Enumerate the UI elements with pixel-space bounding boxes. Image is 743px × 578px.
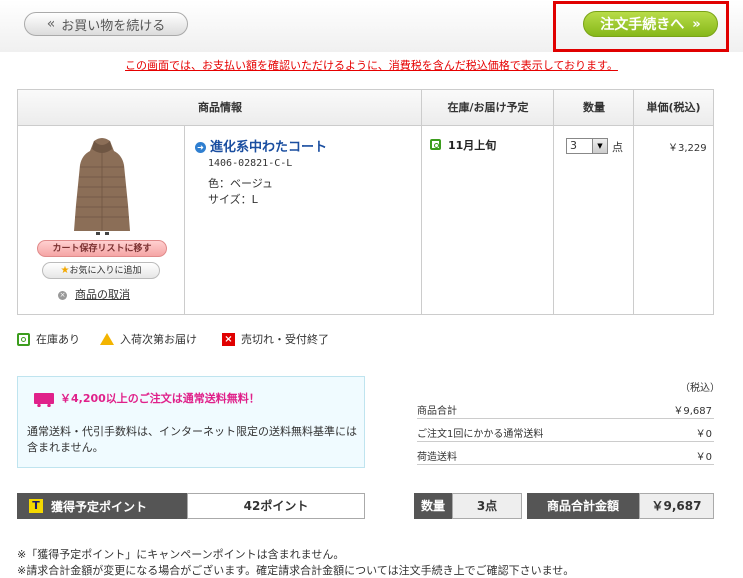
quantity-unit: 点 bbox=[612, 141, 623, 154]
product-color: 色：ベージュ bbox=[208, 177, 274, 190]
points-label: T 獲得予定ポイント bbox=[17, 493, 187, 519]
quantity-select[interactable]: 3 ▼ bbox=[566, 138, 608, 154]
summary-value: ￥0 bbox=[695, 429, 712, 440]
total-amount-value: ￥9,687 bbox=[639, 493, 714, 519]
total-quantity-label: 数量 bbox=[414, 493, 452, 519]
divider bbox=[421, 90, 422, 314]
move-to-saved-list-button[interactable]: カート保存リストに移す bbox=[37, 240, 167, 257]
legend-sold-out: × 売切れ・受付終了 bbox=[222, 331, 329, 347]
divider bbox=[553, 90, 554, 314]
summary-label: 商品合計 bbox=[417, 406, 457, 417]
header-stock: 在庫/お届け予定 bbox=[447, 101, 529, 114]
double-chevron-left-icon: « bbox=[46, 16, 56, 32]
arrow-right-icon: ➜ bbox=[195, 142, 206, 153]
summary-label: ご注文1回にかかる通常送料 bbox=[417, 429, 544, 440]
product-code: 1406-02821-C-L bbox=[208, 158, 293, 169]
remove-label: 商品の取消 bbox=[75, 288, 130, 301]
header-unit-price: 単価(税込) bbox=[646, 101, 701, 114]
tax-notice: この画面では、お支払い額を確認いただけるように、消費税を含んだ税込価格で表示して… bbox=[125, 59, 618, 72]
product-name: 進化系中わたコート bbox=[210, 140, 328, 155]
summary-row: 荷造送料 ￥0 bbox=[417, 443, 714, 465]
truck-icon bbox=[34, 392, 54, 407]
continue-shopping-label: お買い物を続ける bbox=[61, 18, 166, 34]
total-amount-label: 商品合計金額 bbox=[527, 493, 639, 519]
unit-price: ￥3,229 bbox=[668, 143, 707, 154]
warning-triangle-icon bbox=[100, 333, 114, 345]
double-chevron-right-icon: » bbox=[692, 16, 701, 32]
product-size: サイズ：L bbox=[208, 193, 258, 206]
legend-backorder: 入荷次第お届け bbox=[100, 331, 197, 347]
legend-label: 入荷次第お届け bbox=[120, 333, 197, 346]
header-quantity: 数量 bbox=[583, 101, 605, 114]
free-shipping-headline: ￥4,200以上のご注文は通常送料無料！ bbox=[34, 390, 260, 407]
remove-icon: × bbox=[58, 291, 67, 300]
summary-row: 商品合計 ￥9,687 bbox=[417, 397, 714, 419]
summary-value: ￥0 bbox=[695, 452, 712, 463]
continue-shopping-button[interactable]: « お買い物を続ける bbox=[24, 12, 188, 36]
proceed-to-checkout-button[interactable]: 注文手続きへ » bbox=[583, 11, 718, 37]
legend-in-stock: 在庫あり bbox=[17, 331, 80, 347]
header-product-info: 商品情報 bbox=[198, 101, 242, 114]
legend-label: 在庫あり bbox=[36, 333, 80, 346]
favorites-label: お気に入りに追加 bbox=[69, 266, 142, 276]
table-header-row: 商品情報 在庫/お届け予定 数量 単価(税込) bbox=[18, 90, 713, 126]
shipping-note: 通常送料・代引手数料は、インターネット限定の送料無料基準には含まれません。 bbox=[27, 425, 357, 454]
delivery-estimate: 11月上旬 bbox=[448, 139, 497, 152]
proceed-label: 注文手続きへ bbox=[600, 17, 685, 33]
summary-value: ￥9,687 bbox=[673, 406, 712, 417]
footnote: ※「獲得予定ポイント」にキャンペーンポイントは含まれません。 bbox=[17, 548, 345, 561]
legend-label: 売切れ・受付終了 bbox=[241, 333, 329, 346]
product-image[interactable] bbox=[72, 135, 132, 235]
remove-item-link[interactable]: × 商品の取消 bbox=[58, 286, 130, 302]
dropdown-arrow-icon[interactable]: ▼ bbox=[592, 139, 607, 153]
product-name-link[interactable]: ➜ 進化系中わたコート bbox=[195, 136, 327, 155]
footnote: ※請求合計金額が変更になる場合がございます。確定請求合計金額については注文手続き… bbox=[17, 564, 575, 577]
quantity-value: 3 bbox=[570, 139, 577, 152]
t-point-logo-icon: T bbox=[29, 499, 43, 513]
in-stock-icon bbox=[17, 332, 30, 346]
summary-label: 荷造送料 bbox=[417, 452, 457, 463]
tax-included-note: （税込） bbox=[680, 383, 720, 394]
divider bbox=[633, 90, 634, 314]
points-label-text: 獲得予定ポイント bbox=[51, 499, 148, 514]
divider bbox=[184, 126, 185, 314]
add-to-favorites-button[interactable]: ★お気に入りに追加 bbox=[42, 262, 160, 279]
points-value: 42ポイント bbox=[187, 493, 365, 519]
total-quantity-value: 3点 bbox=[452, 493, 522, 519]
summary-row: ご注文1回にかかる通常送料 ￥0 bbox=[417, 420, 714, 442]
sold-out-x-icon: × bbox=[222, 332, 235, 346]
free-shipping-text: ￥4,200以上のご注文は通常送料無料！ bbox=[60, 392, 260, 405]
in-stock-icon bbox=[430, 139, 441, 150]
